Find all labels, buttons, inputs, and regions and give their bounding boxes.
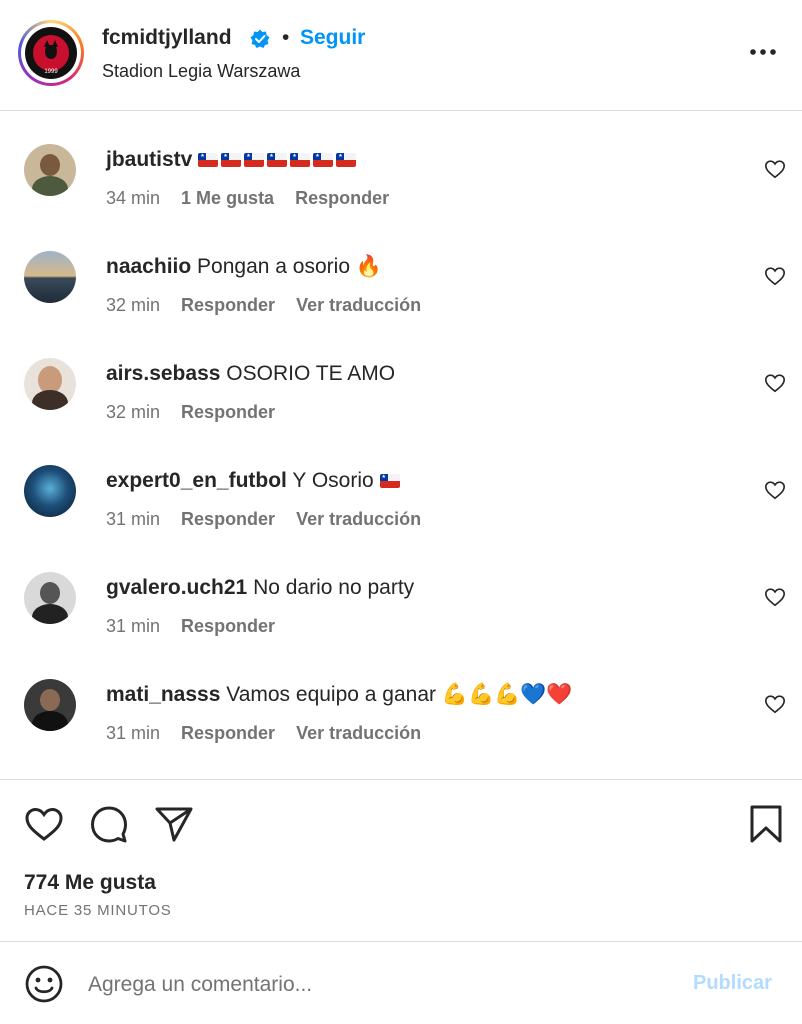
reply-button[interactable]: Responder — [181, 723, 275, 743]
chile-flag-icon: ★ — [313, 153, 334, 167]
comment-username[interactable]: mati_nasss — [106, 683, 220, 706]
comment-icon[interactable] — [89, 804, 129, 844]
more-options-icon[interactable] — [748, 42, 778, 62]
commenter-avatar[interactable] — [24, 144, 76, 196]
comment-time: 31 min — [106, 616, 161, 636]
see-translation-button[interactable]: Ver traducción — [296, 723, 421, 743]
account-avatar[interactable]: 1999 — [18, 20, 84, 86]
post-likes-count[interactable]: 774 Me gusta — [24, 871, 156, 895]
see-translation-button[interactable]: Ver traducción — [296, 509, 421, 529]
comment-text: Y Osorio — [292, 469, 374, 492]
bookmark-icon[interactable] — [746, 804, 786, 844]
like-post-heart-icon[interactable] — [24, 804, 64, 844]
comment-username[interactable]: expert0_en_futbol — [106, 469, 287, 492]
separator-dot: • — [282, 26, 290, 49]
reply-button[interactable]: Responder — [181, 509, 275, 529]
post-header: 1999 fcmidtjylland • Seguir Stadion Legi… — [0, 0, 802, 111]
club-logo: 1999 — [25, 27, 77, 79]
chile-flag-icon: ★ — [198, 153, 219, 167]
heart-icon[interactable] — [764, 265, 786, 287]
post-time-ago: HACE 35 MINUTOS — [24, 902, 172, 919]
comment-item: jbautistv ★ ★ ★ ★ ★ ★ ★ 34 min 1 Me gusta Resp… — [0, 144, 802, 244]
heart-icon[interactable] — [764, 586, 786, 608]
heart-icon[interactable] — [764, 479, 786, 501]
section-divider — [0, 779, 802, 780]
comment-time: 34 min — [106, 188, 161, 208]
commenter-avatar[interactable] — [24, 465, 76, 517]
chile-flag-icon: ★ — [244, 153, 265, 167]
commenter-avatar[interactable] — [24, 358, 76, 410]
section-divider — [0, 941, 802, 942]
commenter-avatar[interactable] — [24, 679, 76, 731]
publish-button[interactable]: Publicar — [693, 972, 772, 995]
comment-text: No dario no party — [253, 576, 415, 599]
comment-time: 31 min — [106, 509, 161, 529]
comment-username[interactable]: gvalero.uch21 — [106, 576, 247, 599]
reply-button[interactable]: Responder — [181, 295, 275, 315]
comment-item: mati_nasss Vamos equipo a ganar 💪💪💪💙❤️ 3… — [0, 679, 802, 779]
account-username[interactable]: fcmidtjylland — [102, 26, 232, 50]
verified-badge-icon — [250, 29, 270, 48]
reply-button[interactable]: Responder — [181, 402, 275, 422]
share-icon[interactable] — [154, 804, 194, 844]
chile-flag-icon: ★ — [221, 153, 242, 167]
heart-icon[interactable] — [764, 372, 786, 394]
comment-likes-count[interactable]: 1 Me gusta — [181, 188, 274, 208]
commenter-avatar[interactable] — [24, 572, 76, 624]
emoji-icon[interactable] — [24, 964, 64, 1004]
see-translation-button[interactable]: Ver traducción — [296, 295, 421, 315]
chile-flag-icon: ★ — [267, 153, 288, 167]
post-location[interactable]: Stadion Legia Warszawa — [102, 61, 300, 82]
comment-text: OSORIO TE AMO — [226, 362, 396, 385]
heart-icon[interactable] — [764, 158, 786, 180]
comment-time: 31 min — [106, 723, 161, 743]
comment-time: 32 min — [106, 295, 161, 315]
comment-text: Vamos equipo a ganar 💪💪💪💙❤️ — [226, 683, 573, 706]
comment-item: airs.sebass OSORIO TE AMO 32 min Respond… — [0, 358, 802, 458]
chile-flag-icon: ★ — [336, 153, 357, 167]
chile-flag-icon: ★ — [379, 474, 400, 488]
commenter-avatar[interactable] — [24, 251, 76, 303]
comment-item: naachiio Pongan a osorio 🔥 32 min Respon… — [0, 251, 802, 351]
comment-username[interactable]: jbautistv — [106, 148, 192, 171]
add-comment-input[interactable] — [88, 968, 668, 1002]
comment-username[interactable]: naachiio — [106, 255, 191, 278]
comment-item: gvalero.uch21 No dario no party 31 min R… — [0, 572, 802, 672]
chile-flags: ★ ★ ★ ★ ★ ★ ★ — [198, 148, 359, 171]
chile-flag-icon: ★ — [290, 153, 311, 167]
reply-button[interactable]: Responder — [181, 616, 275, 636]
comment-username[interactable]: airs.sebass — [106, 362, 220, 385]
comment-time: 32 min — [106, 402, 161, 422]
follow-button[interactable]: Seguir — [300, 26, 365, 50]
comment-item: expert0_en_futbol Y Osorio ★ 31 min Resp… — [0, 465, 802, 565]
heart-icon[interactable] — [764, 693, 786, 715]
reply-button[interactable]: Responder — [295, 188, 389, 208]
comment-text: Pongan a osorio 🔥 — [197, 255, 382, 278]
